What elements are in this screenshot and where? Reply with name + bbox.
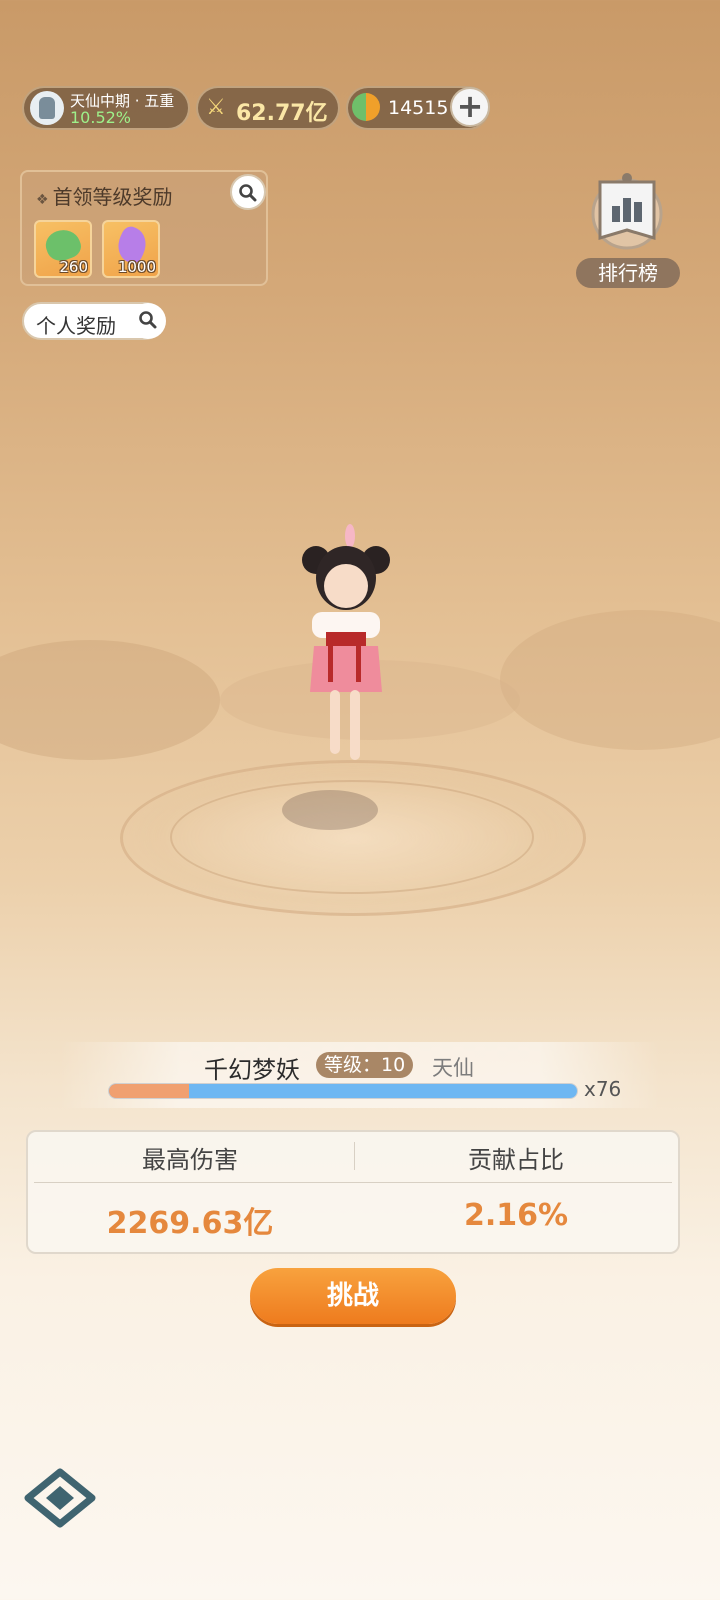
realm-progress: 10.52%: [70, 108, 132, 127]
reward-item-purple-crystal[interactable]: 1000: [102, 220, 160, 278]
combat-power[interactable]: ⚔ 62.77亿: [196, 86, 340, 130]
crossed-swords-icon: ⚔: [206, 95, 226, 120]
reward-item-green-dragon[interactable]: 260: [34, 220, 92, 278]
magnifier-icon: [139, 311, 157, 329]
max-damage-label: 最高伤害: [142, 1146, 238, 1174]
challenge-button[interactable]: 挑战: [250, 1268, 456, 1324]
currency-value: 14515: [388, 97, 449, 119]
boss-reward-title-text: 首领等级奖励: [52, 185, 173, 209]
personal-reward-search-icon: [130, 303, 166, 339]
leaderboard-label[interactable]: 排行榜: [576, 258, 680, 288]
diamond-bullet-icon: ❖: [36, 192, 49, 208]
personal-reward-label: 个人奖励: [36, 314, 116, 338]
boss-character-sprite[interactable]: [296, 524, 396, 774]
add-currency-button[interactable]: +: [450, 87, 490, 127]
max-damage-value: 2269.63亿: [106, 1206, 274, 1241]
boss-level-badge: 等级：10: [316, 1052, 414, 1078]
realm-status[interactable]: 天仙中期 · 五重 10.52%: [22, 86, 190, 130]
boss-reward-title: ❖ 首领等级奖励: [36, 181, 173, 210]
game-logo-icon[interactable]: [24, 1468, 96, 1528]
background-rock: [500, 610, 720, 750]
boss-realm: 天仙: [432, 1056, 474, 1080]
boss-hp-multiplier: x76: [584, 1077, 622, 1101]
reward-item-count: 1000: [117, 258, 156, 276]
stats-divider: [34, 1182, 672, 1183]
personal-reward-button[interactable]: 个人奖励: [22, 302, 166, 340]
boss-reward-search-button[interactable]: [230, 174, 266, 210]
contribution-label: 贡献占比: [468, 1146, 564, 1174]
reward-item-count: 260: [59, 258, 88, 276]
boss-hp-current-layer: [109, 1084, 189, 1098]
magnifier-icon: [239, 184, 257, 202]
spirit-stone-icon: [352, 93, 380, 121]
contribution-value: 2.16%: [463, 1198, 569, 1233]
combat-power-value: 62.77亿: [236, 101, 328, 126]
stats-divider: [354, 1142, 355, 1170]
boss-name: 千幻梦妖: [204, 1056, 300, 1084]
damage-stats-panel: 最高伤害 贡献占比 2269.63亿 2.16%: [26, 1130, 680, 1254]
player-avatar: [30, 91, 64, 125]
boss-hp-bar: [108, 1083, 578, 1099]
leaderboard-icon[interactable]: [586, 172, 668, 252]
boss-shadow: [282, 790, 378, 830]
background-rock: [0, 640, 220, 760]
boss-level-reward-panel: ❖ 首领等级奖励 260 1000: [20, 170, 268, 286]
